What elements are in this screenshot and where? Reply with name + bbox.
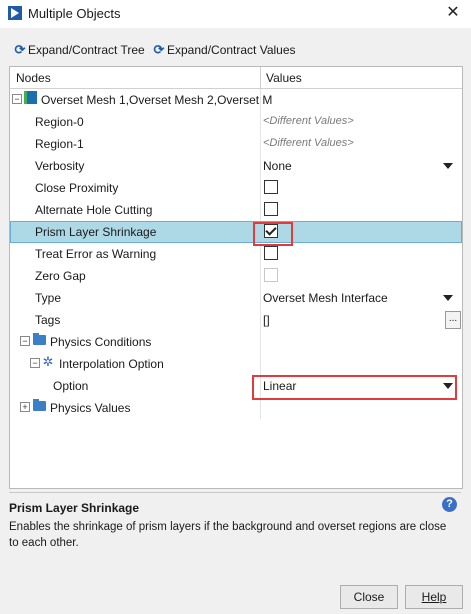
table-row-interpolation-option[interactable]: − ✲ Interpolation Option bbox=[10, 353, 462, 375]
row-value: <Different Values> bbox=[263, 137, 354, 149]
row-label: Type bbox=[35, 291, 62, 305]
highlight-box-option bbox=[252, 375, 457, 400]
title-bar: Multiple Objects ✕ bbox=[0, 0, 471, 28]
row-label: Physics Conditions bbox=[50, 335, 152, 349]
column-header-values[interactable]: Values bbox=[266, 71, 302, 85]
help-icon[interactable]: ? bbox=[442, 497, 457, 512]
row-label: Region-0 bbox=[35, 115, 84, 129]
treat-error-as-warning-checkbox[interactable] bbox=[264, 246, 278, 260]
toolbar: ⟳ Expand/Contract Tree ⟳ Expand/Contract V… bbox=[0, 40, 471, 62]
column-divider[interactable] bbox=[260, 67, 261, 88]
row-label: Treat Error as Warning bbox=[35, 247, 157, 261]
collapse-icon[interactable]: − bbox=[30, 358, 40, 368]
description-title: Prism Layer Shrinkage bbox=[9, 501, 140, 515]
tags-edit-button[interactable]: ... bbox=[445, 311, 461, 329]
table-row-region-0[interactable]: Region-0 <Different Values> bbox=[10, 111, 462, 133]
close-button[interactable]: Close bbox=[340, 585, 398, 609]
table-row-zero-gap[interactable]: Zero Gap bbox=[10, 265, 462, 287]
table-row-physics-values[interactable]: + Physics Values bbox=[10, 397, 462, 419]
table-row-verbosity[interactable]: Verbosity None bbox=[10, 155, 462, 177]
properties-table: Nodes Values − Overset Mesh 1,Overset Me… bbox=[9, 66, 463, 489]
row-label: Option bbox=[53, 379, 89, 393]
highlight-box-checkbox bbox=[253, 222, 293, 246]
row-label: Alternate Hole Cutting bbox=[35, 203, 153, 217]
chevron-down-icon[interactable] bbox=[443, 295, 453, 301]
root-label: Overset Mesh 1,Overset Mesh 2,Overset M bbox=[41, 93, 273, 107]
table-row-physics-conditions[interactable]: − Physics Conditions bbox=[10, 331, 462, 353]
description-panel: Prism Layer Shrinkage ? Enables the shri… bbox=[9, 492, 461, 554]
expand-contract-values-button[interactable]: ⟳ Expand/Contract Values bbox=[151, 40, 296, 60]
expand-contract-values-label: Expand/Contract Values bbox=[167, 43, 296, 57]
expand-icon[interactable]: + bbox=[20, 402, 30, 412]
refresh-icon: ⟳ bbox=[14, 42, 26, 57]
app-logo-icon bbox=[8, 6, 22, 20]
close-window-icon[interactable]: ✕ bbox=[441, 3, 465, 23]
table-row-close-proximity[interactable]: Close Proximity bbox=[10, 177, 462, 199]
folder-icon bbox=[33, 333, 46, 345]
row-label: Zero Gap bbox=[35, 269, 86, 283]
folder-icon bbox=[33, 399, 46, 411]
row-label: Interpolation Option bbox=[59, 357, 164, 371]
table-row-alternate-hole-cutting[interactable]: Alternate Hole Cutting bbox=[10, 199, 462, 221]
tree-root-row[interactable]: − Overset Mesh 1,Overset Mesh 2,Overset … bbox=[10, 89, 462, 111]
row-label: Prism Layer Shrinkage bbox=[35, 225, 157, 239]
row-label: Verbosity bbox=[35, 159, 85, 173]
column-header-nodes[interactable]: Nodes bbox=[16, 71, 51, 85]
expand-contract-tree-label: Expand/Contract Tree bbox=[28, 43, 145, 57]
window-title: Multiple Objects bbox=[28, 6, 121, 21]
interpolation-icon: ✲ bbox=[42, 354, 54, 369]
tags-value: [] bbox=[263, 313, 270, 327]
type-dropdown-value[interactable]: Overset Mesh Interface bbox=[263, 291, 388, 305]
description-text: Enables the shrinkage of prism layers if… bbox=[9, 521, 447, 549]
refresh-icon: ⟳ bbox=[153, 42, 165, 57]
collapse-icon[interactable]: − bbox=[20, 336, 30, 346]
expand-contract-tree-button[interactable]: ⟳ Expand/Contract Tree bbox=[12, 40, 145, 60]
row-label: Region-1 bbox=[35, 137, 84, 151]
alternate-hole-cutting-checkbox[interactable] bbox=[264, 202, 278, 216]
table-row-treat-error-as-warning[interactable]: Treat Error as Warning bbox=[10, 243, 462, 265]
verbosity-dropdown-value[interactable]: None bbox=[263, 159, 292, 173]
table-row-prism-layer-shrinkage[interactable]: Prism Layer Shrinkage bbox=[10, 221, 462, 243]
help-button[interactable]: Help bbox=[405, 585, 463, 609]
row-value: <Different Values> bbox=[263, 115, 354, 127]
row-label: Tags bbox=[35, 313, 61, 327]
row-label: Physics Values bbox=[50, 401, 131, 415]
collapse-icon[interactable]: − bbox=[12, 94, 22, 104]
close-proximity-checkbox[interactable] bbox=[264, 180, 278, 194]
zero-gap-checkbox bbox=[264, 268, 278, 282]
table-row-region-1[interactable]: Region-1 <Different Values> bbox=[10, 133, 462, 155]
row-label: Close Proximity bbox=[35, 181, 119, 195]
table-header: Nodes Values bbox=[10, 67, 462, 89]
table-row-type[interactable]: Type Overset Mesh Interface bbox=[10, 287, 462, 309]
mesh-icon bbox=[24, 91, 37, 104]
chevron-down-icon[interactable] bbox=[443, 163, 453, 169]
table-row-tags[interactable]: Tags [] ... bbox=[10, 309, 462, 331]
